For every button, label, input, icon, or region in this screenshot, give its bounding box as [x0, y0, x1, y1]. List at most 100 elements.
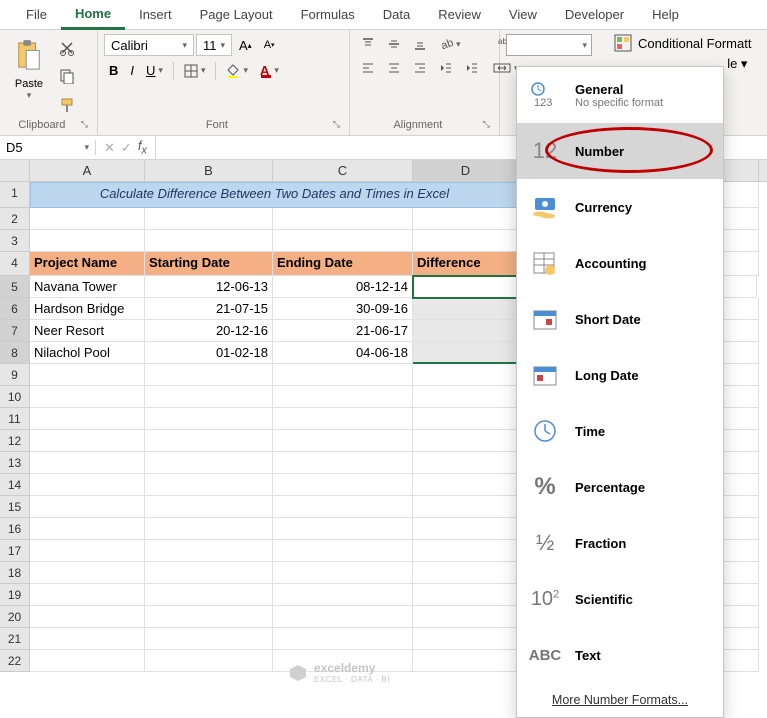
alignment-launcher[interactable]: ⤡	[480, 119, 493, 130]
tab-data[interactable]: Data	[369, 1, 424, 28]
rowhdr-8[interactable]: 8	[0, 342, 30, 364]
hdr-end[interactable]: Ending Date	[273, 252, 413, 276]
rowhdr-22[interactable]: 22	[0, 650, 30, 672]
format-accounting[interactable]: Accounting	[517, 235, 723, 291]
cell-A7[interactable]: Neer Resort	[30, 320, 145, 342]
align-bottom-button[interactable]	[409, 35, 431, 53]
cell-A14[interactable]	[30, 474, 145, 496]
cut-button[interactable]	[55, 38, 79, 58]
cell-B18[interactable]	[145, 562, 273, 584]
rowhdr-18[interactable]: 18	[0, 562, 30, 584]
rowhdr-17[interactable]: 17	[0, 540, 30, 562]
cell-C19[interactable]	[273, 584, 413, 606]
hdr-project[interactable]: Project Name	[30, 252, 145, 276]
clipboard-launcher[interactable]: ⤡	[78, 119, 91, 130]
rowhdr-7[interactable]: 7	[0, 320, 30, 342]
align-left-button[interactable]	[357, 59, 379, 77]
colhdr-C[interactable]: C	[273, 160, 413, 181]
format-currency[interactable]: Currency	[517, 179, 723, 235]
format-short-date[interactable]: Short Date	[517, 291, 723, 347]
cell-D13[interactable]	[413, 452, 519, 474]
decrease-font-button[interactable]: A▾	[260, 37, 279, 53]
cell-A21[interactable]	[30, 628, 145, 650]
hdr-start[interactable]: Starting Date	[145, 252, 273, 276]
cell-D18[interactable]	[413, 562, 519, 584]
cell-B7[interactable]: 20-12-16	[145, 320, 273, 342]
cell-C5[interactable]: 08-12-14	[273, 276, 413, 298]
cell-A5[interactable]: Navana Tower	[30, 276, 145, 298]
cell-D10[interactable]	[413, 386, 519, 408]
cell-D6[interactable]	[413, 298, 519, 320]
cell-A9[interactable]	[30, 364, 145, 386]
cell-C10[interactable]	[273, 386, 413, 408]
cell-D9[interactable]	[413, 364, 519, 386]
tab-home[interactable]: Home	[61, 0, 125, 30]
cell-B10[interactable]	[145, 386, 273, 408]
tab-view[interactable]: View	[495, 1, 551, 28]
tab-help[interactable]: Help	[638, 1, 693, 28]
rowhdr-9[interactable]: 9	[0, 364, 30, 386]
align-center-button[interactable]	[383, 59, 405, 77]
increase-indent-button[interactable]	[461, 59, 483, 77]
cell-A8[interactable]: Nilachol Pool	[30, 342, 145, 364]
decrease-indent-button[interactable]	[435, 59, 457, 77]
cell-B21[interactable]	[145, 628, 273, 650]
bold-button[interactable]: B	[105, 61, 122, 80]
cell-B9[interactable]	[145, 364, 273, 386]
rowhdr-14[interactable]: 14	[0, 474, 30, 496]
cell-B17[interactable]	[145, 540, 273, 562]
cell-A16[interactable]	[30, 518, 145, 540]
hdr-diff[interactable]: Difference	[413, 252, 519, 276]
cell-C9[interactable]	[273, 364, 413, 386]
cell-D14[interactable]	[413, 474, 519, 496]
underline-button[interactable]: U	[142, 61, 167, 80]
format-number[interactable]: 12 Number	[517, 123, 723, 179]
cell-C21[interactable]	[273, 628, 413, 650]
cell-A19[interactable]	[30, 584, 145, 606]
more-formats-link[interactable]: More Number Formats...	[517, 683, 723, 717]
tab-review[interactable]: Review	[424, 1, 495, 28]
align-top-button[interactable]	[357, 35, 379, 53]
cell-B22[interactable]	[145, 650, 273, 672]
rowhdr-10[interactable]: 10	[0, 386, 30, 408]
cell-D22[interactable]	[413, 650, 519, 672]
cell-D11[interactable]	[413, 408, 519, 430]
tab-pagelayout[interactable]: Page Layout	[186, 1, 287, 28]
rowhdr-15[interactable]: 15	[0, 496, 30, 518]
cell-D12[interactable]	[413, 430, 519, 452]
cell-B19[interactable]	[145, 584, 273, 606]
cell-C20[interactable]	[273, 606, 413, 628]
cell-C11[interactable]	[273, 408, 413, 430]
cell-C12[interactable]	[273, 430, 413, 452]
format-time[interactable]: Time	[517, 403, 723, 459]
italic-button[interactable]: I	[126, 61, 138, 80]
cell-A20[interactable]	[30, 606, 145, 628]
cell-B16[interactable]	[145, 518, 273, 540]
align-middle-button[interactable]	[383, 35, 405, 53]
increase-font-button[interactable]: A▴	[235, 36, 256, 55]
cell-A18[interactable]	[30, 562, 145, 584]
font-size-select[interactable]: 11▾	[196, 34, 232, 56]
tab-developer[interactable]: Developer	[551, 1, 638, 28]
align-right-button[interactable]	[409, 59, 431, 77]
borders-button[interactable]	[180, 62, 210, 80]
cell-A15[interactable]	[30, 496, 145, 518]
format-fraction[interactable]: ½ Fraction	[517, 515, 723, 571]
cell-B5[interactable]: 12-06-13	[145, 276, 273, 298]
cell-B12[interactable]	[145, 430, 273, 452]
rowhdr-5[interactable]: 5	[0, 276, 30, 298]
cell-D20[interactable]	[413, 606, 519, 628]
select-all-corner[interactable]	[0, 160, 30, 181]
cell-D5[interactable]	[412, 275, 518, 299]
cell-C7[interactable]: 21-06-17	[273, 320, 413, 342]
cell-A13[interactable]	[30, 452, 145, 474]
cell-B8[interactable]: 01-02-18	[145, 342, 273, 364]
colhdr-B[interactable]: B	[145, 160, 273, 181]
format-painter-button[interactable]	[55, 95, 79, 115]
cell-D16[interactable]	[413, 518, 519, 540]
font-name-select[interactable]: Calibri▾	[104, 34, 194, 56]
font-color-button[interactable]: A	[256, 61, 283, 80]
tab-file[interactable]: File	[12, 1, 61, 28]
cell-C18[interactable]	[273, 562, 413, 584]
cell-B14[interactable]	[145, 474, 273, 496]
